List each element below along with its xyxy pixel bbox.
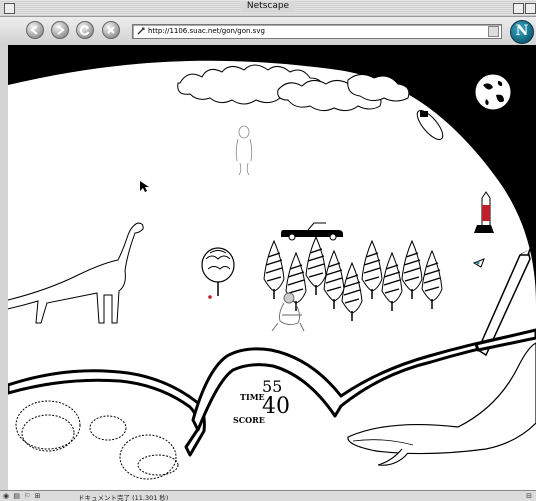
reload-icon <box>79 25 90 36</box>
window-left-edge <box>0 45 8 490</box>
status-icons[interactable]: ◉ ▤ ⚐ ⊞ <box>3 492 42 500</box>
collapse-box-button[interactable] <box>525 3 536 14</box>
page-content: TIME 55 SCORE 40 <box>8 45 536 490</box>
url-bar[interactable] <box>132 24 502 39</box>
back-button[interactable] <box>26 21 44 39</box>
url-history-dropdown-button[interactable] <box>488 26 499 37</box>
forward-arrow-icon <box>57 25 65 35</box>
score-value: 40 <box>262 394 290 419</box>
netscape-logo-throbber[interactable]: N <box>510 20 534 44</box>
game-scene[interactable]: TIME 55 SCORE 40 <box>8 45 536 490</box>
stop-icon <box>107 26 115 34</box>
navigation-toolbar: N <box>0 17 536 46</box>
reload-button[interactable] <box>76 21 94 39</box>
window-title: Netscape <box>240 1 296 11</box>
score-label: SCORE <box>233 415 265 425</box>
browser-window: Netscape N <box>0 0 536 501</box>
page-proxy-icon[interactable] <box>136 26 146 36</box>
moon-icon <box>474 73 512 111</box>
status-bar: ◉ ▤ ⚐ ⊞ ドキュメント完了 (11.301 秒) ⊟ <box>0 490 536 501</box>
url-input[interactable] <box>148 25 478 37</box>
stop-button[interactable] <box>102 21 120 39</box>
forward-button[interactable] <box>51 21 69 39</box>
time-label: TIME <box>240 392 265 402</box>
back-arrow-icon <box>30 25 38 35</box>
title-bar: Netscape <box>0 0 536 17</box>
zoom-box-button[interactable] <box>513 3 524 14</box>
resize-grip-icon[interactable]: ⊟ <box>526 492 532 500</box>
player-marker <box>208 295 212 299</box>
status-text: ドキュメント完了 (11.301 秒) <box>78 494 169 501</box>
